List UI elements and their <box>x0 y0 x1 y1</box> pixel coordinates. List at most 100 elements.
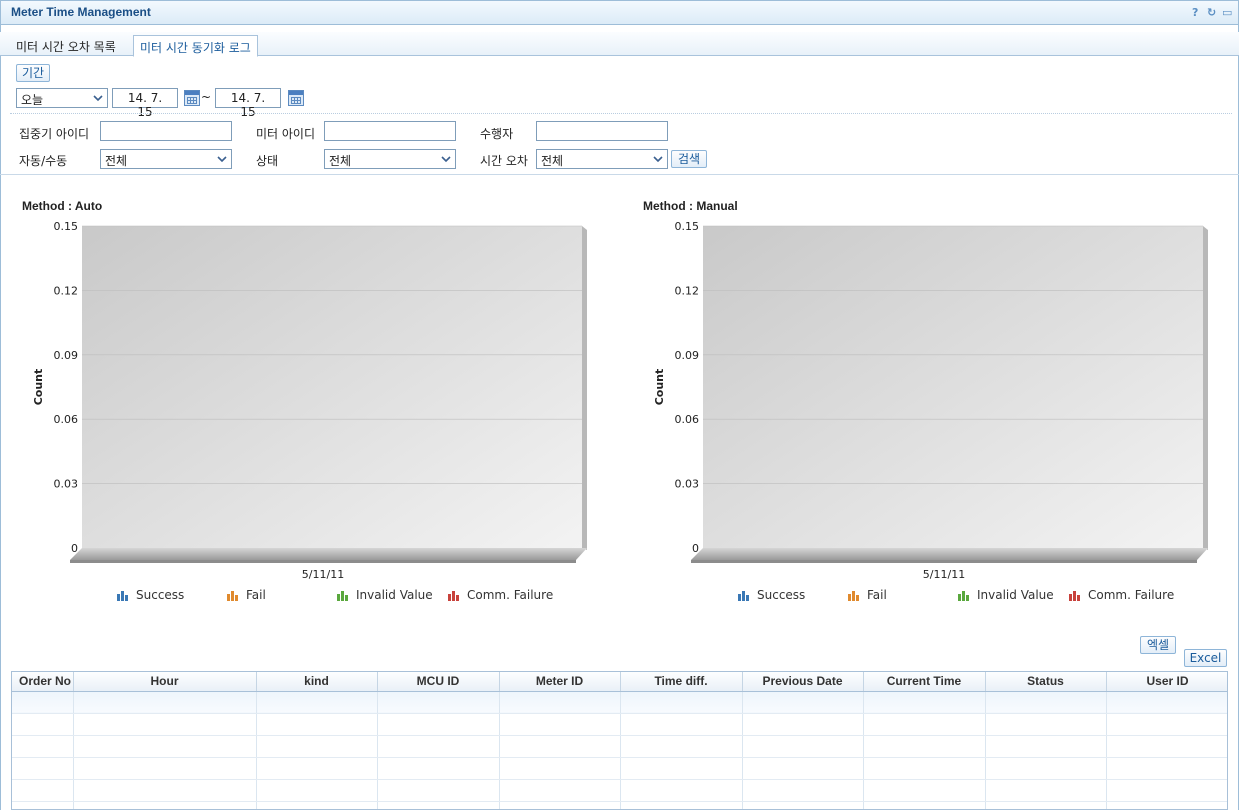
table-cell <box>499 735 621 758</box>
period-range-select[interactable]: 오늘 <box>16 88 108 108</box>
legend-label: Success <box>136 588 185 602</box>
table-cell <box>863 691 986 714</box>
column-header-meter-id[interactable]: Meter ID <box>499 672 621 692</box>
excel-button[interactable]: Excel <box>1184 649 1227 667</box>
table-row[interactable] <box>12 713 1227 736</box>
table-cell <box>620 757 743 780</box>
table-cell <box>256 691 378 714</box>
start-calendar-icon[interactable] <box>184 90 200 106</box>
search-button[interactable]: 검색 <box>671 150 707 168</box>
table-cell <box>73 735 257 758</box>
auto-manual-select[interactable]: 전체 <box>100 149 232 169</box>
table-cell <box>499 713 621 736</box>
window-titlebar: Meter Time Management ? ↻ ▭ <box>0 0 1239 25</box>
x-tick-label: 5/11/11 <box>923 568 965 581</box>
operator-input[interactable] <box>536 121 668 141</box>
table-row[interactable] <box>12 735 1227 758</box>
y-tick-label: 0 <box>692 542 699 555</box>
tab-time-sync-log[interactable]: 미터 시간 동기화 로그 <box>133 35 258 57</box>
column-header-hour[interactable]: Hour <box>73 672 257 692</box>
y-tick-label: 0.12 <box>675 284 700 297</box>
refresh-icon[interactable]: ↻ <box>1207 7 1217 19</box>
plot-floor-edge <box>70 560 576 563</box>
legend-label: Invalid Value <box>356 588 433 602</box>
time-diff-label: 시간 오차 <box>480 154 528 168</box>
time-diff-select[interactable]: 전체 <box>536 149 668 169</box>
table-cell <box>1106 735 1227 758</box>
table-cell <box>73 757 257 780</box>
table-cell <box>620 713 743 736</box>
bar-chart-icon <box>738 591 749 601</box>
y-tick-label: 0.09 <box>54 349 79 362</box>
table-cell <box>256 757 378 780</box>
table-cell <box>377 757 500 780</box>
auto-chart-title: Method : Auto <box>22 199 103 213</box>
help-icon[interactable]: ? <box>1192 7 1202 19</box>
concentrator-id-input[interactable] <box>100 121 232 141</box>
plot-floor-edge <box>691 560 1197 563</box>
table-row[interactable] <box>12 757 1227 780</box>
column-header-previous-date[interactable]: Previous Date <box>742 672 864 692</box>
plot-floor <box>691 548 1208 560</box>
table-cell <box>863 779 986 802</box>
legend-item[interactable]: Success <box>737 588 847 602</box>
table-cell <box>377 801 500 809</box>
column-header-user-id[interactable]: User ID <box>1106 672 1227 692</box>
bar-chart-icon <box>958 591 969 601</box>
table-cell <box>620 735 743 758</box>
table-row[interactable] <box>12 691 1227 714</box>
table-cell <box>1106 757 1227 780</box>
column-header-time-diff[interactable]: Time diff. <box>620 672 743 692</box>
table-cell <box>1106 691 1227 714</box>
table-header-row: Order No Hour kind MCU ID Meter ID Time … <box>12 672 1227 692</box>
tab-time-error-list[interactable]: 미터 시간 오차 목록 <box>10 35 122 56</box>
plot-area <box>82 226 582 548</box>
bar-chart-icon <box>1069 591 1080 601</box>
chevron-down-icon <box>93 95 103 102</box>
end-date-input[interactable]: 14. 7. 15 <box>215 88 281 119</box>
divider <box>0 174 1239 175</box>
maximize-icon[interactable]: ▭ <box>1222 7 1232 19</box>
y-tick-label: 0.06 <box>675 413 700 426</box>
table-cell <box>1106 713 1227 736</box>
table-cell <box>499 801 621 809</box>
legend-item[interactable]: Comm. Failure <box>447 588 567 602</box>
table-cell <box>985 713 1107 736</box>
meter-id-input[interactable] <box>324 121 456 141</box>
column-header-order-no[interactable]: Order No <box>12 672 74 692</box>
excel-kr-button[interactable]: 엑셀 <box>1140 636 1176 654</box>
start-date-input[interactable]: 14. 7. 15 <box>112 88 178 119</box>
auto-chart-legend: Success Fail Invalid Value Comm. Failure <box>116 588 567 602</box>
legend-item[interactable]: Success <box>116 588 226 602</box>
table-cell <box>863 713 986 736</box>
bar-chart-icon <box>227 591 238 601</box>
table-row[interactable] <box>12 801 1227 809</box>
table-cell <box>863 801 986 809</box>
legend-label: Fail <box>867 588 887 602</box>
column-header-mcu-id[interactable]: MCU ID <box>377 672 500 692</box>
table-cell <box>377 713 500 736</box>
table-cell <box>499 779 621 802</box>
table-cell <box>985 691 1107 714</box>
legend-item[interactable]: Invalid Value <box>957 588 1068 602</box>
table-row[interactable] <box>12 779 1227 802</box>
legend-item[interactable]: Fail <box>847 588 957 602</box>
status-select[interactable]: 전체 <box>324 149 456 169</box>
column-header-status[interactable]: Status <box>985 672 1107 692</box>
period-button[interactable]: 기간 <box>16 64 50 82</box>
y-tick-label: 0.15 <box>675 220 700 233</box>
end-calendar-icon[interactable] <box>288 90 304 106</box>
column-header-current-time[interactable]: Current Time <box>863 672 986 692</box>
legend-label: Fail <box>246 588 266 602</box>
legend-label: Invalid Value <box>977 588 1054 602</box>
legend-item[interactable]: Fail <box>226 588 336 602</box>
legend-item[interactable]: Invalid Value <box>336 588 447 602</box>
table-cell <box>12 713 74 736</box>
column-header-kind[interactable]: kind <box>256 672 378 692</box>
table-cell <box>73 801 257 809</box>
window-tools: ? ↻ ▭ <box>1192 7 1232 19</box>
table-cell <box>985 757 1107 780</box>
legend-item[interactable]: Comm. Failure <box>1068 588 1188 602</box>
table-cell <box>499 691 621 714</box>
time-diff-value: 전체 <box>541 154 564 168</box>
